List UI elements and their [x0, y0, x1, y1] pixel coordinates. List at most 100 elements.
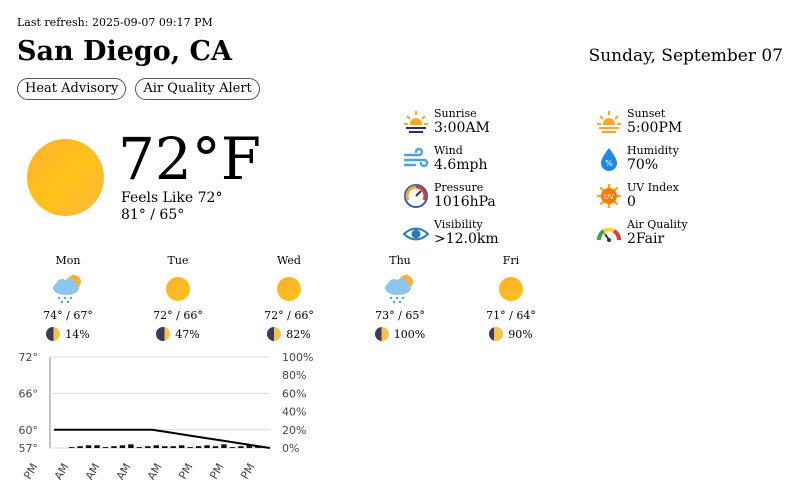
precipitation-bar	[111, 446, 117, 448]
forecast-temps: 74° / 67°	[43, 309, 93, 322]
sunrise-metric: Sunrise 3:00AM	[403, 107, 490, 136]
forecast-day-name: Thu	[389, 254, 411, 267]
date-text: Sunday, September 07	[588, 46, 783, 66]
sunset-label: Sunset	[627, 107, 666, 120]
alerts-bar: Heat Advisory Air Quality Alert	[17, 78, 260, 100]
precipitation-bar	[187, 447, 193, 448]
forecast-temps: 71° / 64°	[486, 309, 536, 322]
precipitation-bar	[68, 447, 75, 448]
moon-phase-icon	[46, 327, 61, 341]
precipitation-bar	[221, 444, 227, 448]
visibility-metric: Visibility >12.0km	[403, 218, 499, 247]
wind-value: 4.6mph	[434, 157, 488, 173]
sunrise-value: 3:00AM	[434, 120, 490, 136]
forecast-day-wed: Wed 72° / 66° 82%	[259, 254, 319, 341]
wind-icon	[403, 147, 429, 168]
svg-text:UV: UV	[604, 193, 614, 201]
pressure-value: 1016hPa	[434, 194, 496, 210]
air-quality-metric: Air Quality 2Fair	[596, 218, 688, 247]
y-left-tick-label: 66°	[19, 387, 39, 400]
y-right-tick-label: 60%	[282, 387, 306, 400]
forecast-rain-chance: 82%	[286, 327, 311, 341]
chart-y-axis-right: 100% 80% 60% 40% 20% 0%	[282, 351, 313, 455]
x-tick-label: 12 PM	[168, 461, 196, 480]
last-refresh-text: Last refresh: 2025-09-07 09:17 PM	[17, 16, 213, 29]
cloud-rain-sun-icon	[48, 273, 88, 305]
precipitation-bar	[102, 447, 109, 448]
x-tick-label: 12 AM	[43, 461, 72, 480]
high-low-text: 81° / 65°	[121, 207, 185, 223]
pressure-gauge-icon	[404, 184, 428, 208]
moon-phase-icon	[374, 327, 389, 341]
moon-phase-icon	[267, 327, 282, 341]
precipitation-bar	[94, 445, 100, 448]
precipitation-bar	[119, 445, 126, 448]
forecast-rain-chance: 47%	[175, 327, 200, 341]
humidity-drop-icon: %	[601, 148, 617, 171]
chart-x-axis: 9 PM 12 AM 3 AM 6 AM 9 AM 12 PM 3 PM 6 PM	[16, 461, 258, 480]
feels-like-text: Feels Like 72°	[121, 190, 223, 206]
chart-y-axis-left: 72° 66° 60° 57°	[19, 351, 39, 455]
forecast-temps: 72° / 66°	[264, 309, 314, 322]
uv-label: UV Index	[627, 181, 679, 194]
uv-sun-icon: UV	[597, 184, 621, 208]
precipitation-bar	[162, 446, 168, 448]
x-tick-label: 3 PM	[202, 461, 227, 480]
y-left-tick-label: 60°	[19, 424, 39, 437]
forecast-day-name: Wed	[277, 254, 301, 267]
precipitation-bar	[178, 445, 185, 448]
precipitation-bar	[153, 445, 159, 448]
y-left-tick-label: 57°	[19, 442, 39, 455]
alert-badge-air-quality[interactable]: Air Quality Alert	[135, 78, 260, 100]
x-tick-label: 9 AM	[140, 461, 165, 480]
sunset-value: 5:00PM	[627, 120, 683, 136]
sunrise-label: Sunrise	[434, 107, 477, 120]
pressure-metric: Pressure 1016hPa	[403, 181, 496, 210]
air-quality-gauge-icon	[597, 227, 621, 242]
precipitation-bar	[85, 445, 92, 448]
sun-icon	[166, 277, 190, 301]
precipitation-bar	[238, 446, 244, 448]
current-temperature: 72°F	[118, 125, 262, 193]
moon-phase-icon	[489, 327, 504, 341]
wind-label: Wind	[434, 144, 463, 157]
precipitation-bar	[195, 446, 202, 448]
forecast-day-name: Tue	[167, 254, 189, 267]
sunrise-icon	[404, 111, 428, 135]
wind-metric: Wind 4.6mph	[403, 144, 488, 173]
x-tick-label: 6 PM	[233, 461, 258, 480]
precipitation-bar	[128, 444, 134, 448]
alert-badge-heat[interactable]: Heat Advisory	[17, 78, 127, 100]
forecast-rain-chance: 90%	[508, 327, 533, 341]
forecast-day-fri: Fri 71° / 64° 90%	[481, 254, 541, 341]
forecast-day-name: Mon	[55, 254, 81, 267]
y-right-tick-label: 80%	[282, 369, 306, 382]
x-tick-label: 3 AM	[78, 461, 103, 480]
precipitation-bar	[145, 446, 151, 448]
hourly-chart: 72° 66° 60° 57° 100% 80% 60% 40% 20% 0% 9 PM 12 A…	[16, 351, 313, 480]
uv-value: 0	[627, 194, 636, 210]
forecast-day-thu: Thu 73° / 65° 100%	[370, 254, 430, 341]
sun-icon	[499, 277, 523, 301]
y-right-tick-label: 100%	[282, 351, 313, 364]
temperature-line	[54, 428, 271, 449]
sun-icon	[27, 139, 104, 216]
forecast-temps: 73° / 65°	[375, 309, 425, 322]
moon-phase-icon	[156, 327, 171, 341]
visibility-label: Visibility	[434, 218, 483, 231]
y-right-tick-label: 20%	[282, 424, 306, 437]
precipitation-bar	[229, 447, 236, 448]
x-tick-label: 6 AM	[109, 461, 134, 480]
y-right-tick-label: 0%	[282, 442, 299, 455]
forecast-rain-chance: 100%	[393, 327, 426, 341]
humidity-value: 70%	[627, 157, 659, 173]
forecast-temps: 72° / 66°	[153, 309, 203, 322]
humidity-label: Humidity	[627, 144, 679, 157]
y-right-tick-label: 40%	[282, 406, 306, 419]
sunset-icon	[597, 111, 621, 135]
air-quality-label: Air Quality	[627, 218, 688, 231]
visibility-value: >12.0km	[434, 231, 499, 247]
sunset-metric: Sunset 5:00PM	[596, 107, 682, 136]
precipitation-bar	[204, 445, 210, 448]
uv-metric: UV UV Index 0	[596, 181, 679, 210]
